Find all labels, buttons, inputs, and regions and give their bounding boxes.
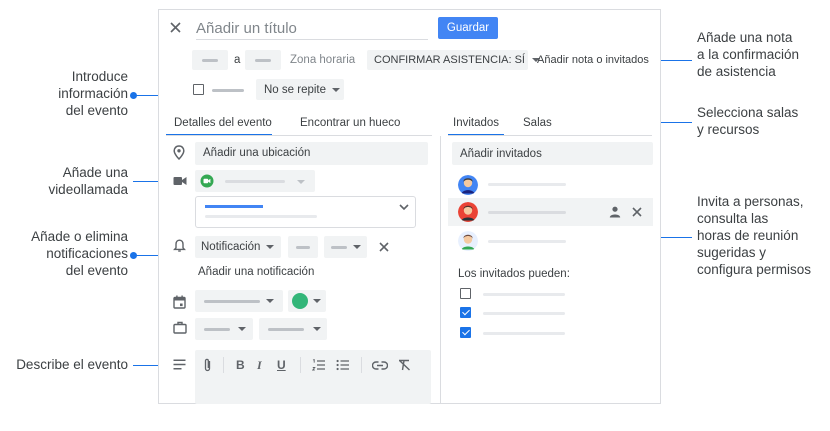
meet-icon [200, 174, 214, 188]
permission-checkbox[interactable] [460, 327, 471, 338]
conference-details-card[interactable] [195, 196, 416, 228]
annotation-description: Describe el evento [16, 357, 128, 372]
chevron-down-icon[interactable] [399, 204, 409, 211]
bold-icon[interactable]: B [236, 358, 245, 372]
toolbar-divider [223, 357, 224, 373]
permission-checkbox[interactable] [460, 288, 471, 299]
calendar-icon [173, 295, 186, 309]
placeholder-bar [202, 59, 218, 62]
annotation-event-info: Introduce información del evento [58, 69, 128, 118]
italic-icon[interactable]: I [257, 358, 262, 373]
chevron-down-icon [238, 327, 246, 331]
placeholder-bar [296, 246, 310, 249]
underline-icon[interactable]: U [277, 358, 286, 372]
chevron-down-icon [266, 299, 274, 303]
video-camera-icon [173, 177, 187, 185]
title-underline [196, 39, 428, 40]
add-notification-link[interactable]: Añadir una notificación [198, 266, 314, 278]
chevron-down-icon [297, 180, 305, 184]
permission-label-placeholder [483, 293, 565, 296]
remove-guest-icon[interactable] [632, 207, 642, 217]
chevron-down-icon [266, 244, 275, 249]
attachment-icon[interactable] [203, 358, 212, 373]
annotation-dot [130, 92, 137, 99]
toolbar-divider [300, 357, 301, 373]
tabs-divider [448, 135, 652, 136]
placeholder-bar [204, 300, 260, 303]
annotation-dot [130, 252, 137, 259]
numbered-list-icon[interactable] [312, 359, 326, 371]
placeholder-bar [205, 215, 317, 218]
placeholder-bar [268, 328, 304, 331]
description-icon [173, 359, 186, 370]
clear-formatting-icon[interactable] [398, 359, 411, 371]
bulleted-list-icon[interactable] [336, 359, 350, 371]
permission-label-placeholder [483, 312, 565, 315]
notification-type-label: Notificación [201, 241, 275, 253]
placeholder-bar [255, 59, 271, 62]
placeholder-bar [204, 328, 230, 331]
save-button[interactable]: Guardar [438, 17, 498, 39]
tab-event-details[interactable]: Detalles del evento [174, 117, 272, 129]
annotation-videocall: Añade una videollamada [48, 165, 128, 197]
chevron-down-icon [313, 299, 321, 303]
permission-checkbox[interactable] [460, 307, 471, 318]
add-guests-placeholder: Añadir invitados [460, 148, 542, 160]
placeholder-bar [212, 89, 244, 92]
annotation-guests: Invita a personas, consulta las horas de… [697, 194, 812, 277]
placeholder-bar [331, 246, 347, 249]
annotation-connector [658, 237, 692, 238]
panel-divider [440, 136, 441, 404]
guest-name-placeholder [488, 240, 566, 243]
tab-rooms[interactable]: Salas [523, 117, 552, 129]
annotation-rooms: Selecciona salas y recursos [697, 105, 799, 137]
person-icon[interactable] [609, 206, 621, 218]
location-pin-icon [173, 145, 185, 160]
guest-name-placeholder [488, 183, 566, 186]
toolbar-divider [361, 357, 362, 373]
guest-avatar [458, 231, 478, 251]
location-placeholder: Añadir una ubicación [203, 147, 311, 159]
event-color-swatch [292, 293, 308, 309]
close-icon[interactable] [170, 22, 181, 33]
annotation-notifications: Añade o elimina notificaciones del event… [31, 229, 128, 278]
title-input[interactable]: Añadir un título [196, 20, 297, 37]
timezone-link[interactable]: Zona horaria [290, 54, 355, 66]
permission-label-placeholder [483, 332, 565, 335]
guest-name-placeholder [488, 211, 566, 214]
repeat-dropdown-label: No se repite [264, 84, 341, 96]
bell-icon [173, 239, 186, 252]
annotation-connector [656, 60, 692, 61]
link-icon[interactable] [372, 361, 388, 370]
rsvp-dropdown-label: CONFIRMAR ASISTENCIA: SÍ [374, 54, 540, 66]
guest-avatar [458, 202, 478, 222]
chevron-down-icon [332, 87, 341, 92]
tabs-divider [166, 135, 432, 136]
chevron-down-icon [313, 327, 321, 331]
chevron-down-icon [353, 245, 361, 249]
tab-find-time[interactable]: Encontrar un hueco [300, 117, 400, 129]
date-separator: a [234, 54, 241, 66]
tab-guests[interactable]: Invitados [453, 117, 499, 129]
placeholder-bar [225, 180, 285, 183]
rsvp-note-link[interactable]: Añadir nota o invitados [537, 54, 649, 66]
all-day-checkbox[interactable] [193, 84, 204, 95]
annotation-rsvp-note: Añade una nota a la confirmación de asis… [697, 30, 800, 79]
briefcase-icon [173, 321, 187, 334]
conference-link-placeholder [205, 205, 263, 208]
remove-notification-icon[interactable] [379, 242, 389, 252]
guest-avatar [458, 175, 478, 195]
guest-permissions-title: Los invitados pueden: [458, 268, 570, 280]
